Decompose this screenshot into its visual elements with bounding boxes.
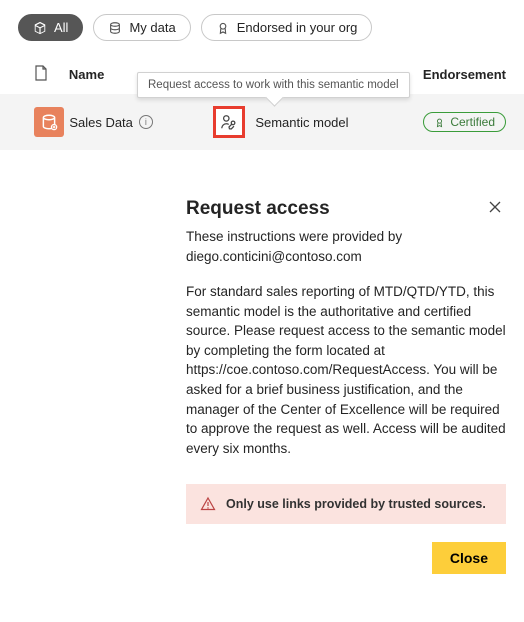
filter-all-label: All [54, 20, 68, 35]
filter-all[interactable]: All [18, 14, 83, 41]
filter-my-data[interactable]: My data [93, 14, 190, 41]
ribbon-icon [216, 21, 230, 35]
filter-bar: All My data Endorsed in your org [0, 0, 524, 55]
panel-provided-by: These instructions were provided by dieg… [186, 227, 506, 266]
certified-badge: Certified [423, 112, 506, 132]
request-access-panel: Request access These instructions were p… [186, 196, 506, 574]
person-key-icon [220, 113, 238, 131]
row-endorsement-cell: Certified [423, 112, 506, 132]
close-icon[interactable] [484, 196, 506, 221]
request-access-tooltip: Request access to work with this semanti… [137, 72, 410, 98]
filter-my-data-label: My data [129, 20, 175, 35]
panel-header: Request access [186, 196, 506, 227]
certified-label: Certified [450, 115, 495, 129]
warning-icon [200, 496, 216, 512]
database-icon [108, 21, 122, 35]
row-icon-cell [34, 107, 69, 137]
column-icon [34, 65, 69, 84]
table-row[interactable]: Sales Data i Semantic model Certified [0, 94, 524, 150]
trusted-sources-warning: Only use links provided by trusted sourc… [186, 484, 506, 524]
filter-endorsed-label: Endorsed in your org [237, 20, 358, 35]
cube-icon [33, 21, 47, 35]
panel-body: For standard sales reporting of MTD/QTD/… [186, 282, 506, 458]
close-button[interactable]: Close [432, 542, 506, 574]
column-endorsement[interactable]: Endorsement [423, 67, 506, 82]
row-name: Sales Data [69, 115, 133, 130]
panel-footer: Close [186, 542, 506, 574]
warning-text: Only use links provided by trusted sourc… [226, 497, 486, 511]
ribbon-icon [434, 117, 445, 128]
semantic-model-icon [34, 107, 64, 137]
panel-title: Request access [186, 198, 330, 220]
row-type-cell: Semantic model [213, 106, 423, 138]
filter-endorsed[interactable]: Endorsed in your org [201, 14, 373, 41]
info-icon[interactable]: i [139, 115, 153, 129]
request-access-button[interactable] [213, 106, 245, 138]
row-type: Semantic model [255, 115, 348, 130]
row-name-cell: Sales Data i [69, 115, 213, 130]
